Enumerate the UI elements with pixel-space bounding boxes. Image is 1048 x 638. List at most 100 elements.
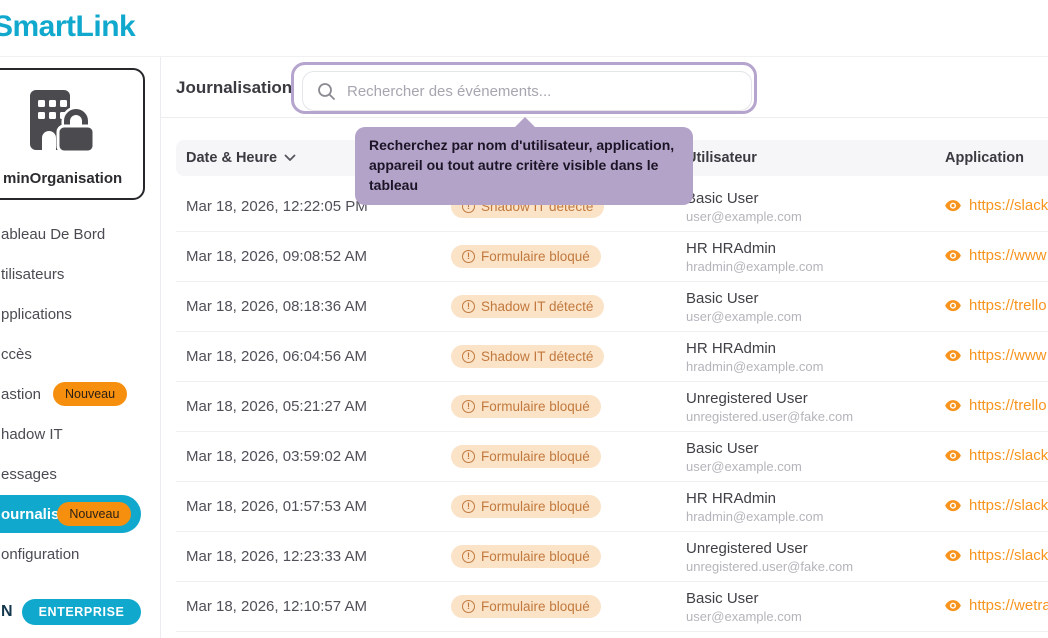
table-row: Mar 18, 2026, 09:08:52 AM ! Formulaire b… [176, 232, 1048, 282]
cell-application: https://www [935, 247, 1048, 267]
cell-user: HR HRAdmin hradmin@example.com [676, 339, 935, 375]
plan-prefix: N [1, 603, 13, 621]
cell-user: Unregistered User unregistered.user@fake… [676, 389, 935, 425]
app-link[interactable]: https://www [945, 347, 1047, 364]
nouveau-badge: Nouveau [57, 502, 131, 526]
main-content: Journalisation Date & Heure [161, 57, 1048, 638]
alert-icon: ! [462, 500, 475, 513]
status-badge: ! Formulaire bloqué [451, 245, 601, 268]
user-name: HR HRAdmin [686, 489, 935, 508]
cell-event: ! Formulaire bloqué [441, 245, 676, 268]
sidebar-item-shadow-it[interactable]: hadow IT [0, 414, 161, 454]
column-header-application: Application [935, 150, 1048, 166]
user-name: HR HRAdmin [686, 339, 935, 358]
user-name: HR HRAdmin [686, 239, 935, 258]
table-row: Mar 18, 2026, 01:57:53 AM ! Formulaire b… [176, 482, 1048, 532]
table-row: Mar 18, 2026, 05:21:27 AM ! Formulaire b… [176, 382, 1048, 432]
cell-application: https://slack [935, 547, 1048, 567]
sidebar-item-acces[interactable]: ccès [0, 334, 161, 374]
column-header-user: Utilisateur [676, 150, 935, 166]
cell-application: https://www [935, 347, 1048, 367]
cell-user: Basic User user@example.com [676, 439, 935, 475]
user-name: Unregistered User [686, 539, 935, 558]
table-row: Mar 18, 2026, 03:59:02 AM ! Formulaire b… [176, 432, 1048, 482]
cell-application: https://slack [935, 497, 1048, 517]
status-badge: ! Shadow IT détecté [451, 345, 604, 368]
user-email: user@example.com [686, 308, 935, 325]
table-row: Mar 18, 2026, 12:23:33 AM ! Formulaire b… [176, 532, 1048, 582]
sidebar-item-configuration[interactable]: onfiguration [0, 534, 161, 574]
sidebar-item-journalisation[interactable]: ournalis Nouveau [0, 495, 141, 533]
sidebar-item-label: ableau De Bord [1, 226, 105, 243]
sidebar-item-applications[interactable]: pplications [0, 294, 161, 334]
app-link[interactable]: https://trello [945, 297, 1047, 314]
sidebar-item-utilisateurs[interactable]: tilisateurs [0, 254, 161, 294]
cell-user: HR HRAdmin hradmin@example.com [676, 489, 935, 525]
sidebar-item-label: ccès [1, 346, 32, 363]
status-badge: ! Formulaire bloqué [451, 445, 601, 468]
page-title: Journalisation [176, 78, 292, 98]
sidebar-item-label: essages [1, 466, 57, 483]
plan-row: N ENTERPRISE [0, 598, 161, 626]
search-tooltip: Recherchez par nom d'utilisateur, applic… [355, 127, 693, 205]
cell-event: ! Formulaire bloqué [441, 445, 676, 468]
table-row: Mar 18, 2026, 06:04:56 AM ! Shadow IT dé… [176, 332, 1048, 382]
cell-user: Basic User user@example.com [676, 189, 935, 225]
sidebar-item-label: ournalis [1, 506, 59, 523]
app-link[interactable]: https://slack [945, 497, 1048, 514]
sidebar-nav: ableau De Bord tilisateurs pplications c… [0, 214, 161, 574]
user-email: user@example.com [686, 458, 935, 475]
alert-icon: ! [462, 400, 475, 413]
app-logo: SmartLink [0, 10, 135, 44]
app-link[interactable]: https://wetra [945, 597, 1048, 614]
app-link[interactable]: https://www [945, 247, 1047, 264]
eye-icon [945, 599, 961, 612]
cell-datetime: Mar 18, 2026, 12:10:57 AM [176, 598, 441, 615]
cell-event: ! Formulaire bloqué [441, 495, 676, 518]
cell-application: https://wetra [935, 597, 1048, 617]
sidebar-item-bastion[interactable]: astion Nouveau [0, 374, 161, 414]
alert-icon: ! [462, 350, 475, 363]
user-email: hradmin@example.com [686, 508, 935, 525]
cell-user: Unregistered User unregistered.user@fake… [676, 539, 935, 575]
user-email: user@example.com [686, 608, 935, 625]
eye-icon [945, 549, 961, 562]
cell-datetime: Mar 18, 2026, 09:08:52 AM [176, 248, 441, 265]
search-box [302, 71, 752, 111]
user-name: Basic User [686, 189, 935, 208]
cell-event: ! Formulaire bloqué [441, 395, 676, 418]
app-header: SmartLink [0, 0, 1048, 57]
app-link[interactable]: https://slack [945, 547, 1048, 564]
user-email: unregistered.user@fake.com [686, 408, 935, 425]
user-name: Basic User [686, 439, 935, 458]
alert-icon: ! [462, 450, 475, 463]
table-row: Mar 18, 2026, 08:18:36 AM ! Shadow IT dé… [176, 282, 1048, 332]
cell-application: https://trello [935, 397, 1048, 417]
eye-icon [945, 249, 961, 262]
user-email: hradmin@example.com [686, 358, 935, 375]
status-badge: ! Formulaire bloqué [451, 545, 601, 568]
search-input[interactable] [303, 72, 751, 110]
eye-icon [945, 449, 961, 462]
chevron-down-icon [284, 154, 296, 162]
sidebar-item-label: pplications [1, 306, 72, 323]
app-link[interactable]: https://trello [945, 397, 1047, 414]
sidebar-item-tableau-de-bord[interactable]: ableau De Bord [0, 214, 161, 254]
cell-application: https://trello [935, 297, 1048, 317]
cell-application: https://slack [935, 447, 1048, 467]
status-badge: ! Formulaire bloqué [451, 595, 601, 618]
sidebar-item-messages[interactable]: essages [0, 454, 161, 494]
cell-datetime: Mar 18, 2026, 03:59:02 AM [176, 448, 441, 465]
tooltip-text: Recherchez par nom d'utilisateur, applic… [369, 136, 679, 196]
tooltip-arrow-icon [515, 117, 535, 127]
app-link[interactable]: https://slack [945, 197, 1048, 214]
search-highlight-ring [291, 62, 757, 114]
sidebar-item-label: hadow IT [1, 426, 63, 443]
organisation-name: minOrganisation [3, 170, 122, 187]
cell-user: Basic User user@example.com [676, 289, 935, 325]
app-link[interactable]: https://slack [945, 447, 1048, 464]
status-badge: ! Formulaire bloqué [451, 495, 601, 518]
organisation-card[interactable]: minOrganisation [0, 68, 145, 200]
cell-datetime: Mar 18, 2026, 12:23:33 AM [176, 548, 441, 565]
sidebar: minOrganisation ableau De Bord tilisateu… [0, 57, 161, 638]
